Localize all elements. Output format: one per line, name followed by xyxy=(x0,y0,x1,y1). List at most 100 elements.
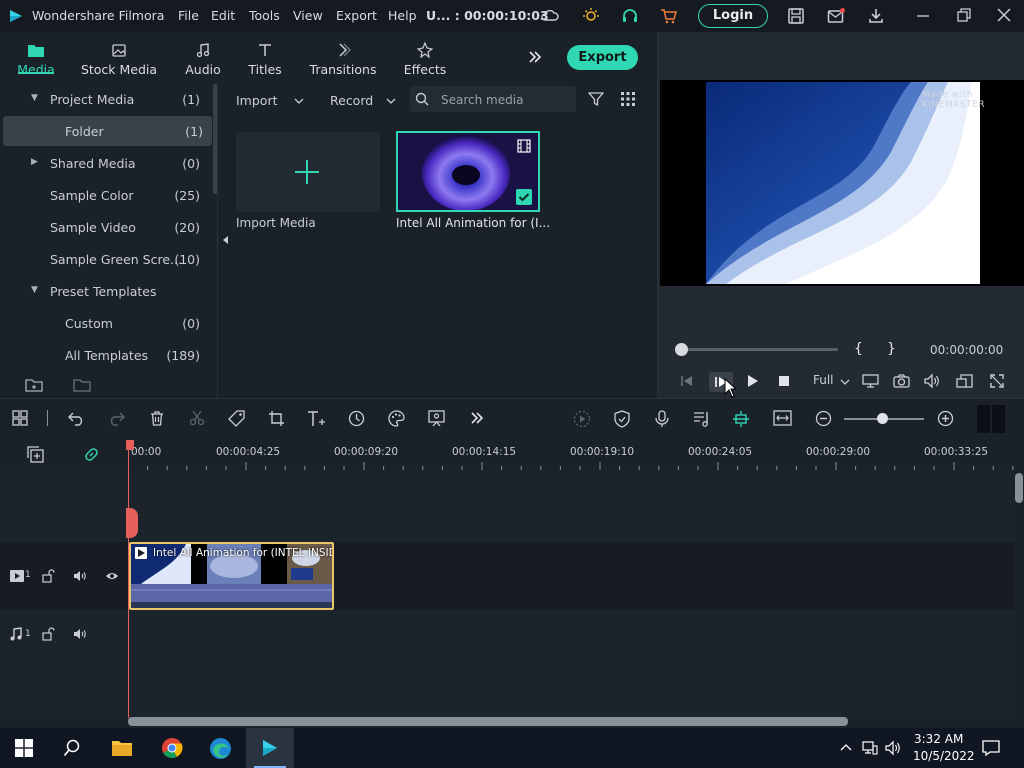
lock-icon[interactable] xyxy=(41,569,55,583)
mail-icon[interactable] xyxy=(827,7,845,25)
zoom-slider-handle[interactable] xyxy=(877,413,888,424)
tree-item-project-media[interactable]: ▼ Project Media (1) xyxy=(0,84,212,114)
quality-dropdown[interactable]: Full xyxy=(813,373,850,387)
record-dropdown[interactable]: Record xyxy=(330,88,396,112)
search-box[interactable]: Search media xyxy=(410,86,576,112)
tree-item-custom[interactable]: Custom (0) xyxy=(0,308,212,338)
notification-icon[interactable] xyxy=(982,739,1000,757)
volume-icon[interactable] xyxy=(924,373,941,389)
tab-stock-media[interactable]: Stock Media xyxy=(76,32,162,84)
tree-item-sample-green-screen[interactable]: Sample Green Scre... (10) xyxy=(0,244,212,274)
undo-icon[interactable] xyxy=(68,410,85,426)
expand-right-icon[interactable]: ▶ xyxy=(31,157,38,167)
taskbar-clock-time[interactable]: 3:32 AM xyxy=(914,732,963,746)
prev-frame-icon[interactable] xyxy=(680,374,694,388)
tab-titles[interactable]: Titles xyxy=(238,32,292,84)
save-icon[interactable] xyxy=(787,7,805,25)
tree-item-sample-color[interactable]: Sample Color (25) xyxy=(0,180,212,210)
redo-icon[interactable] xyxy=(108,410,125,426)
menu-help[interactable]: Help xyxy=(388,8,417,23)
close-icon[interactable] xyxy=(995,6,1013,24)
add-track-icon[interactable] xyxy=(27,446,44,463)
restore-icon[interactable] xyxy=(955,6,973,24)
fullscreen-icon[interactable] xyxy=(989,373,1005,389)
zoom-in-icon[interactable] xyxy=(937,410,954,427)
search-input[interactable]: Search media xyxy=(441,93,523,107)
media-clip-thumbnail[interactable] xyxy=(396,131,540,212)
mark-in-button[interactable]: { xyxy=(854,341,863,357)
edge-icon[interactable] xyxy=(209,737,232,760)
grid-view-icon[interactable] xyxy=(621,92,635,106)
snapshot-layout-icon[interactable] xyxy=(956,373,973,389)
color-palette-icon[interactable] xyxy=(388,410,405,427)
marker-shield-icon[interactable] xyxy=(614,410,630,428)
tab-media[interactable]: Media xyxy=(4,32,68,84)
video-clip[interactable]: Intel All Animation for (INTEL INSID... xyxy=(129,542,334,610)
export-button[interactable]: Export xyxy=(567,45,638,70)
expand-down-icon[interactable]: ▼ xyxy=(31,285,38,295)
layout-toggle-icon[interactable] xyxy=(977,405,1006,433)
fit-timeline-icon[interactable] xyxy=(773,410,792,426)
speed-icon[interactable] xyxy=(348,410,365,427)
stop-icon[interactable] xyxy=(778,375,790,387)
tree-item-shared-media[interactable]: ▶ Shared Media (0) xyxy=(0,148,212,178)
import-dropdown[interactable]: Import xyxy=(236,88,304,112)
tab-audio[interactable]: Audio xyxy=(176,32,230,84)
crop-icon[interactable] xyxy=(268,410,285,427)
camera-icon[interactable] xyxy=(893,373,910,389)
layout-icon[interactable] xyxy=(12,410,28,426)
menu-edit[interactable]: Edit xyxy=(211,8,235,23)
tab-effects[interactable]: Effects xyxy=(398,32,452,84)
cut-icon[interactable] xyxy=(189,410,205,426)
tree-item-preset-templates[interactable]: ▼ Preset Templates xyxy=(0,276,212,306)
tray-chevron-up-icon[interactable] xyxy=(840,742,852,752)
tree-scrollbar[interactable] xyxy=(213,84,217,194)
delete-icon[interactable] xyxy=(149,410,165,426)
collapse-left-icon[interactable] xyxy=(222,236,230,244)
network-icon[interactable] xyxy=(862,740,878,756)
menu-tools[interactable]: Tools xyxy=(249,8,280,23)
login-button[interactable]: Login xyxy=(698,4,768,28)
more-tools-icon[interactable] xyxy=(469,410,485,426)
lock-icon[interactable] xyxy=(41,627,55,641)
tracks-vscroll-track[interactable] xyxy=(1014,470,1024,718)
render-preview-icon[interactable] xyxy=(573,410,591,428)
tag-icon[interactable] xyxy=(228,410,245,427)
text-add-icon[interactable] xyxy=(307,410,327,427)
tree-item-all-templates[interactable]: All Templates (189) xyxy=(0,340,212,370)
expand-down-icon[interactable]: ▼ xyxy=(31,93,38,103)
eye-icon[interactable] xyxy=(105,571,119,581)
speaker-icon[interactable] xyxy=(885,740,901,756)
timeline-ruler[interactable]: 00:00 00:00:04:25 00:00:09:20 00:00:14:1… xyxy=(0,440,1024,470)
folder-outline-icon[interactable] xyxy=(73,377,91,393)
track-volume-icon[interactable] xyxy=(73,628,87,640)
tab-transitions[interactable]: Transitions xyxy=(306,32,380,84)
menu-view[interactable]: View xyxy=(293,8,323,23)
file-explorer-icon[interactable] xyxy=(111,738,133,758)
cloud-icon[interactable] xyxy=(541,8,559,22)
menu-export[interactable]: Export xyxy=(336,8,377,23)
tree-item-sample-video[interactable]: Sample Video (20) xyxy=(0,212,212,242)
tree-item-folder[interactable]: Folder (1) xyxy=(3,116,212,146)
display-settings-icon[interactable] xyxy=(862,373,879,389)
snap-icon[interactable] xyxy=(732,410,750,428)
play-icon[interactable] xyxy=(745,374,759,388)
filter-icon[interactable] xyxy=(588,91,604,107)
more-tabs-icon[interactable] xyxy=(527,49,543,65)
filmora-taskbar-button[interactable] xyxy=(246,728,294,768)
import-media-card[interactable] xyxy=(236,132,380,212)
tracks-vscroll-thumb[interactable] xyxy=(1015,473,1023,503)
windows-start-icon[interactable] xyxy=(15,739,33,757)
minimize-icon[interactable] xyxy=(914,6,932,24)
timeline-tracks[interactable]: 1 1 Intel All Animation for (INTEL INSID… xyxy=(0,470,1024,718)
new-folder-icon[interactable] xyxy=(25,377,43,393)
preview-scrub-bar[interactable] xyxy=(680,348,838,351)
audio-mixer-icon[interactable] xyxy=(693,410,711,428)
timeline-hscroll-thumb[interactable] xyxy=(128,717,848,726)
chrome-icon[interactable] xyxy=(161,737,183,759)
taskbar-search-icon[interactable] xyxy=(63,739,81,757)
cart-icon[interactable] xyxy=(660,7,678,25)
mark-out-button[interactable]: } xyxy=(887,341,896,357)
playhead-head[interactable] xyxy=(126,440,134,450)
taskbar-clock-date[interactable]: 10/5/2022 xyxy=(913,749,975,763)
